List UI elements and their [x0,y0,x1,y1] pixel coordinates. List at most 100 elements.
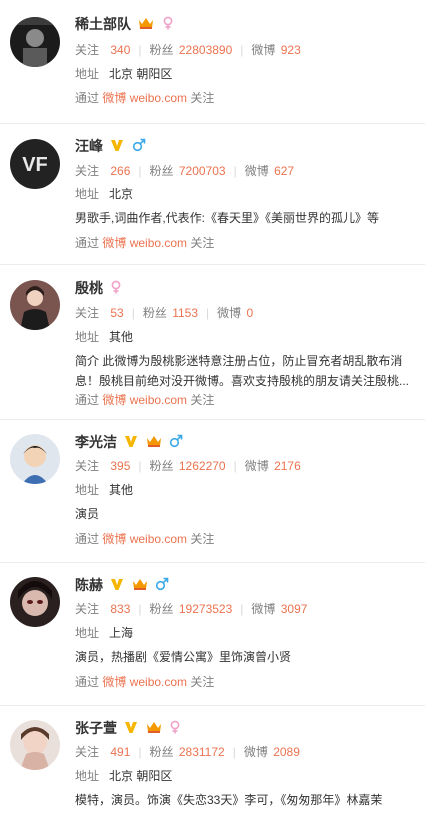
avatar[interactable]: VF [10,139,60,189]
weibo-label: 微博 [244,164,269,178]
address-value: 上海 [109,626,134,640]
divider: | [232,745,236,759]
fans-label: 粉丝 [149,43,174,57]
weibo-label: 微博 [251,43,276,57]
follow-label: 关注 [75,745,100,759]
weibo-count[interactable]: 3097 [281,602,308,616]
fans-count[interactable]: 1262270 [179,459,226,473]
user-name[interactable]: 殷桃 [75,280,103,296]
follow-count[interactable]: 340 [110,43,130,57]
follow-count[interactable]: 266 [110,164,130,178]
address-label: 地址 [75,67,100,81]
user-list: 稀土部队 关注 340 | 粉丝 22803890 | 微博 923 地址 北京 朝阳区 … [0,0,425,816]
address-label: 地址 [75,187,100,201]
fans-count[interactable]: 1153 [172,306,198,320]
user-description: 演员，热播剧《爱情公寓》里饰演曾小贤 [75,650,292,664]
user-name[interactable]: 陈赫 [75,577,103,593]
follow-label: 关注 [75,43,100,57]
vip-crown-icon [132,577,148,596]
user-card: 稀土部队 关注 340 | 粉丝 22803890 | 微博 923 地址 北京 朝阳区 … [0,0,425,124]
weibo-link[interactable]: 微博 weibo.com [102,675,187,689]
user-name[interactable]: 张子萱 [75,720,117,736]
weibo-count[interactable]: 923 [281,43,301,57]
follow-label: 关注 [75,602,100,616]
weibo-link[interactable]: 微博 weibo.com [102,91,187,105]
verified-v-icon [110,577,124,596]
divider: | [206,306,210,320]
via-label: 通过 [75,675,100,689]
verified-v-icon [124,434,138,453]
via-label: 通过 [75,532,100,546]
weibo-label: 微博 [251,602,276,616]
user-description: 模特，演员。饰演《失恋33天》李可，《匆匆那年》林嘉茉 [75,793,383,807]
via-suffix: 关注 [190,675,215,689]
via-label: 通过 [75,393,100,407]
weibo-label: 微博 [217,306,242,320]
fans-count[interactable]: 2831172 [179,745,225,759]
svg-text:VF: VF [22,154,48,176]
user-description: 男歌手,词曲作者,代表作:《春天里》《美丽世界的孤儿》等 [75,211,380,225]
divider: | [138,43,142,57]
female-icon [169,720,181,739]
address-label: 地址 [75,769,100,783]
weibo-link[interactable]: 微博 weibo.com [102,236,187,250]
via-suffix: 关注 [190,236,215,250]
weibo-count[interactable]: 2089 [273,745,300,759]
female-icon [162,16,174,35]
male-icon [169,434,183,453]
address-label: 地址 [75,626,100,640]
via-suffix: 关注 [190,91,215,105]
follow-count[interactable]: 491 [110,745,130,759]
weibo-count[interactable]: 0 [247,306,254,320]
vip-crown-icon [138,16,154,35]
address-value: 其他 [109,483,134,497]
fans-count[interactable]: 22803890 [179,43,232,57]
divider: | [233,459,237,473]
divider: | [233,164,237,178]
fans-label: 粉丝 [149,602,174,616]
user-name[interactable]: 稀土部队 [75,16,131,32]
follow-label: 关注 [75,164,100,178]
weibo-link[interactable]: 微博 weibo.com [102,532,187,546]
follow-label: 关注 [75,306,100,320]
avatar[interactable] [10,720,60,770]
weibo-label: 微博 [243,745,268,759]
avatar[interactable] [10,280,60,330]
fans-label: 粉丝 [149,459,174,473]
fans-label: 粉丝 [142,306,167,320]
avatar[interactable] [10,434,60,484]
weibo-count[interactable]: 2176 [274,459,301,473]
verified-v-icon [110,138,124,157]
follow-count[interactable]: 395 [110,459,130,473]
fans-count[interactable]: 19273523 [179,602,232,616]
user-description: 演员 [75,507,100,521]
avatar[interactable] [10,577,60,627]
user-card: 李光洁 关注 395 | 粉丝 1262270 | 微博 2176 地址 其他 演员 通过… [0,420,425,563]
female-icon [110,280,122,299]
fans-label: 粉丝 [149,745,174,759]
verified-v-icon [124,720,138,739]
follow-count[interactable]: 833 [110,602,130,616]
divider: | [240,602,244,616]
divider: | [131,306,135,320]
follow-count[interactable]: 53 [110,306,123,320]
divider: | [138,745,142,759]
male-icon [132,138,146,157]
address-label: 地址 [75,330,100,344]
via-suffix: 关注 [190,532,215,546]
address-value: 北京 朝阳区 [109,67,173,81]
weibo-count[interactable]: 627 [274,164,294,178]
address-value: 北京 朝阳区 [109,769,173,783]
user-name[interactable]: 汪峰 [75,138,103,154]
avatar[interactable] [10,17,60,67]
user-card: 陈赫 关注 833 | 粉丝 19273523 | 微博 3097 地址 上海 演员，热播… [0,563,425,706]
weibo-label: 微博 [244,459,269,473]
via-label: 通过 [75,91,100,105]
user-name[interactable]: 李光洁 [75,434,117,450]
address-value: 其他 [109,330,134,344]
user-card: 殷桃 关注 53 | 粉丝 1153 | 微博 0 地址 其他 简介 此微博为殷桃影迷特意… [0,265,425,420]
via-suffix: 关注 [190,393,215,407]
weibo-link[interactable]: 微博 weibo.com [102,393,187,407]
fans-count[interactable]: 7200703 [179,164,226,178]
via-label: 通过 [75,236,100,250]
